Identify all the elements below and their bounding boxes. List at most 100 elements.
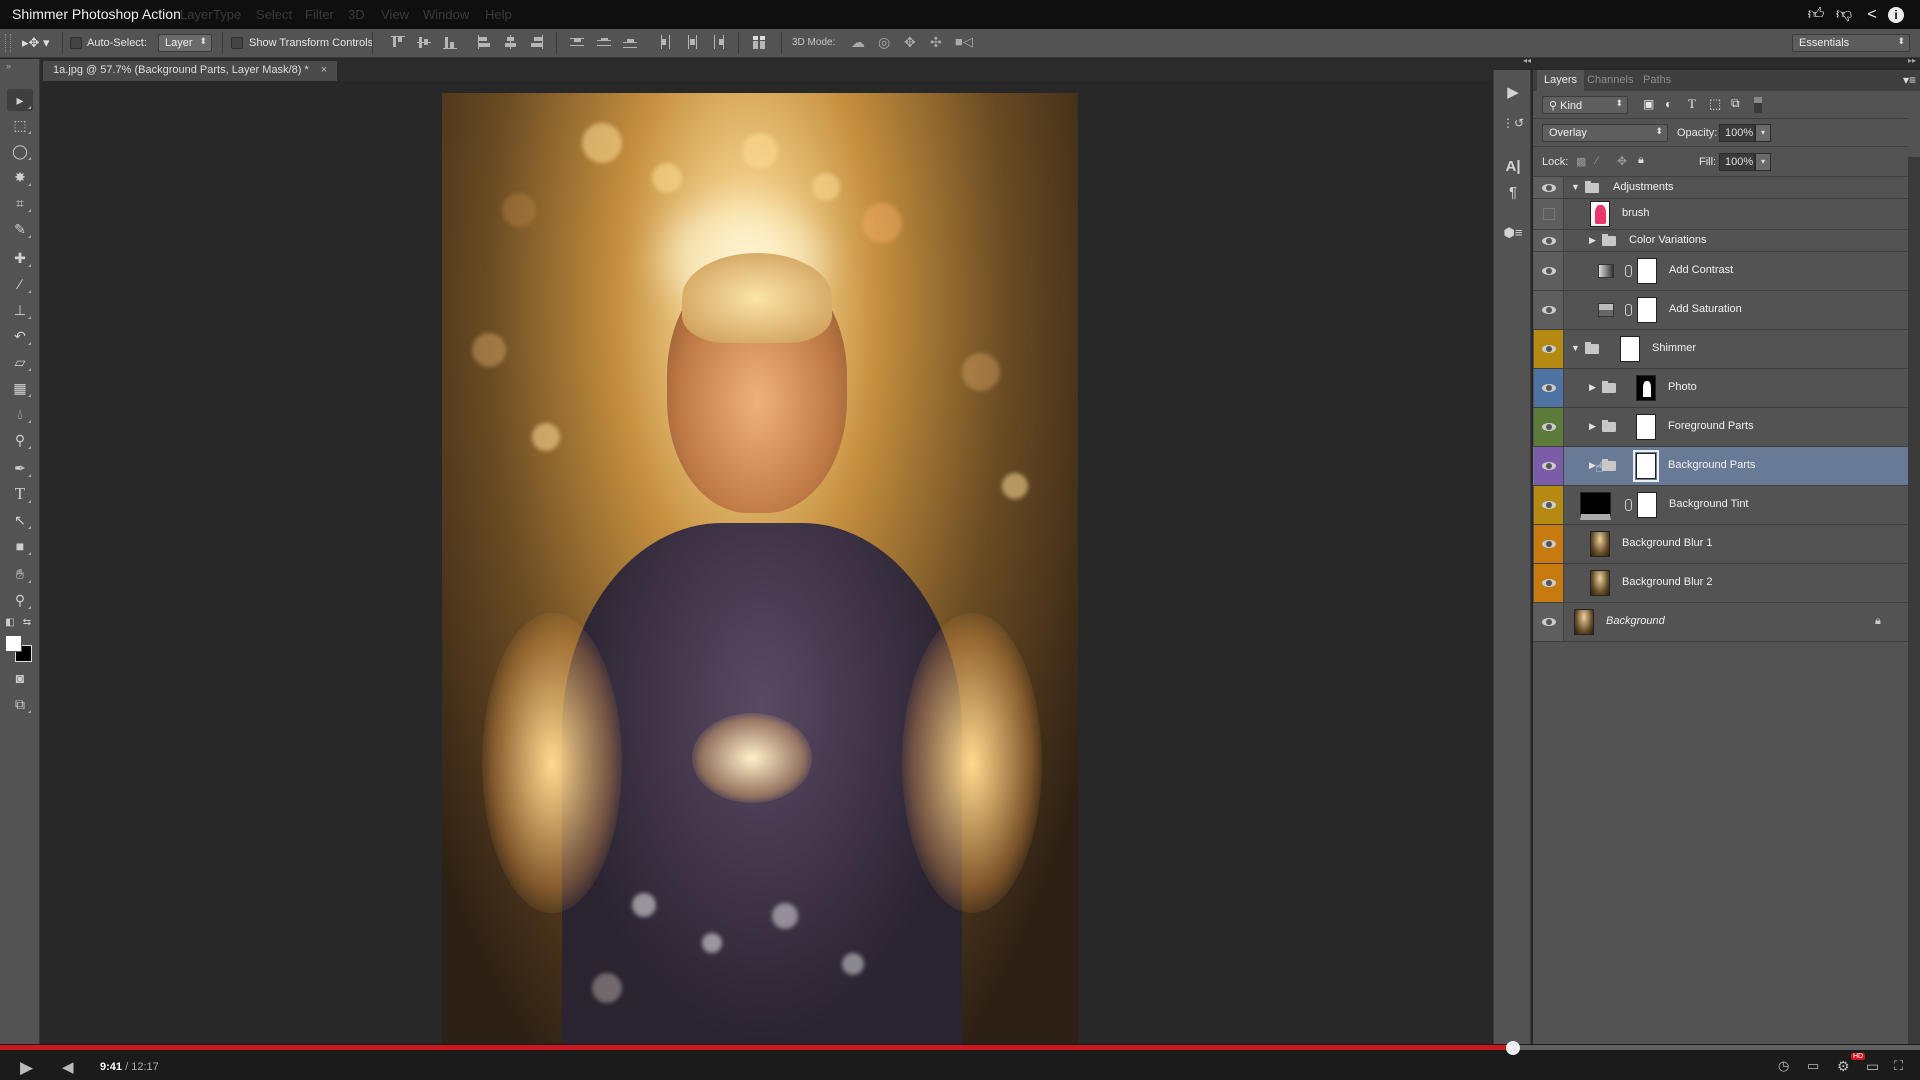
play-icon[interactable]: ▶ — [20, 1058, 33, 1078]
character-icon[interactable]: A| — [1502, 156, 1524, 178]
visibility-toggle[interactable] — [1534, 369, 1564, 407]
lasso-tool-icon[interactable]: ◯ — [7, 140, 33, 162]
3d-drag-icon[interactable]: ✥ — [904, 34, 916, 51]
eraser-tool-icon[interactable]: ▱ — [7, 351, 33, 373]
visibility-toggle[interactable] — [1534, 330, 1564, 368]
pen-tool-icon[interactable]: ✒ — [7, 457, 33, 479]
distribute-left-edges-icon[interactable] — [659, 35, 675, 51]
lock-position-icon[interactable]: ✥ — [1617, 154, 1627, 168]
menu-view[interactable]: View — [381, 7, 409, 22]
history-icon[interactable]: ⋮↺ — [1502, 112, 1524, 134]
fill-slider-button[interactable]: ▾ — [1755, 153, 1771, 171]
tab-channels[interactable]: Channels — [1580, 70, 1640, 91]
magic-wand-tool-icon[interactable]: ✸ — [7, 166, 33, 188]
visibility-toggle[interactable] — [1534, 486, 1564, 524]
info-icon[interactable]: i — [1888, 7, 1904, 23]
layer-foreground-parts[interactable]: ▶ Foreground Parts — [1533, 408, 1908, 447]
hand-tool-icon[interactable]: ✋︎ — [7, 563, 33, 585]
opacity-slider-button[interactable]: ▾ — [1755, 124, 1771, 142]
distribute-top-edges-icon[interactable] — [570, 35, 586, 51]
expand-panel-icon[interactable]: » — [6, 61, 11, 71]
clone-stamp-tool-icon[interactable]: ⊥ — [7, 299, 33, 321]
eyedropper-tool-icon[interactable]: ✎ — [7, 218, 33, 240]
layer-mask-thumbnail[interactable] — [1637, 297, 1657, 323]
tab-paths[interactable]: Paths — [1636, 70, 1678, 91]
workspace-dropdown[interactable]: Essentials ⬍ — [1792, 34, 1910, 52]
layer-brush[interactable]: brush — [1533, 199, 1908, 230]
share-icon[interactable]: < — [1862, 5, 1882, 25]
filter-kind-dropdown[interactable]: ⚲ Kind ⬍ — [1542, 96, 1628, 114]
visibility-toggle[interactable] — [1534, 564, 1564, 602]
paragraph-icon[interactable]: ¶ — [1502, 182, 1524, 204]
3d-panel-icon[interactable]: ⬢≡ — [1502, 222, 1524, 244]
visibility-toggle[interactable] — [1534, 230, 1564, 251]
collapse-triangle-icon[interactable]: ▼ — [1571, 343, 1580, 353]
expand-dock-icon[interactable]: ▸▸ — [1908, 56, 1916, 65]
layer-shimmer[interactable]: ▼ Shimmer — [1533, 330, 1908, 369]
menu-filter[interactable]: Filter — [305, 7, 334, 22]
video-scrubber-handle[interactable] — [1505, 1041, 1520, 1055]
layer-background-blur-2[interactable]: Background Blur 2 — [1533, 564, 1908, 603]
align-vertical-centers-icon[interactable] — [417, 35, 433, 51]
layer-background[interactable]: Background 🔒︎ — [1533, 603, 1908, 642]
menu-type[interactable]: Type — [213, 7, 241, 22]
foreground-color-swatch[interactable] — [5, 635, 22, 652]
3d-rotate-icon[interactable]: ☁ — [851, 34, 865, 51]
distribute-right-edges-icon[interactable] — [711, 35, 727, 51]
volume-icon[interactable]: ◀ — [62, 1058, 74, 1076]
menu-select[interactable]: Select — [256, 7, 292, 22]
fill-input[interactable]: 100% — [1719, 153, 1755, 171]
collapse-triangle-icon[interactable]: ▼ — [1571, 182, 1580, 192]
document-canvas-image[interactable] — [442, 93, 1078, 1044]
filter-shape-layers-icon[interactable]: ⬚ — [1709, 96, 1721, 112]
layer-color-variations[interactable]: ▶ Color Variations — [1533, 230, 1908, 252]
layer-mask-thumbnail[interactable] — [1637, 258, 1657, 284]
rectangle-tool-icon[interactable]: ■ — [7, 535, 33, 557]
layer-mask-thumbnail[interactable] — [1636, 375, 1656, 401]
visibility-toggle[interactable] — [1534, 252, 1564, 290]
spot-healing-brush-tool-icon[interactable]: ✚ — [7, 247, 33, 269]
default-colors-icon[interactable]: ◧ — [3, 612, 17, 634]
auto-select-target-dropdown[interactable]: Layer ⬍ — [158, 34, 212, 52]
settings-gear-icon[interactable]: ⚙ — [1837, 1058, 1850, 1075]
layer-background-parts[interactable]: ▶ Background Parts ☝︎ — [1533, 447, 1908, 486]
lock-transparent-pixels-icon[interactable]: ▩ — [1576, 155, 1586, 168]
visibility-toggle[interactable] — [1534, 291, 1564, 329]
layer-add-saturation[interactable]: Add Saturation — [1533, 291, 1908, 330]
layer-background-blur-1[interactable]: Background Blur 1 — [1533, 525, 1908, 564]
blend-mode-dropdown[interactable]: Overlay ⬍ — [1542, 124, 1668, 142]
actions-play-icon[interactable]: ▶ — [1502, 82, 1524, 104]
align-right-edges-icon[interactable] — [529, 35, 545, 51]
layer-adjustments[interactable]: ▼ Adjustments — [1533, 177, 1908, 199]
distribute-horizontal-centers-icon[interactable] — [685, 35, 701, 51]
lock-image-pixels-icon[interactable]: ⁄ — [1596, 155, 1598, 167]
expand-triangle-icon[interactable]: ▶ — [1589, 421, 1596, 432]
layers-scrollbar[interactable] — [1908, 157, 1920, 1044]
close-tab-icon[interactable]: × — [321, 64, 327, 76]
visibility-toggle[interactable] — [1534, 199, 1564, 229]
expand-triangle-icon[interactable]: ▶ — [1589, 235, 1596, 246]
layer-mask-thumbnail[interactable] — [1620, 336, 1640, 362]
auto-align-layers-icon[interactable] — [752, 35, 768, 51]
options-bar-grip[interactable] — [5, 34, 11, 52]
link-icon[interactable] — [1625, 304, 1632, 316]
link-icon[interactable] — [1625, 265, 1632, 277]
visibility-toggle[interactable] — [1534, 525, 1564, 563]
3d-slide-icon[interactable]: ✣ — [930, 34, 942, 51]
layer-mask-thumbnail[interactable] — [1637, 492, 1657, 518]
expand-triangle-icon[interactable]: ▶ — [1589, 382, 1596, 393]
filter-adjustment-layers-icon[interactable]: ◐ — [1665, 97, 1672, 111]
opacity-input[interactable]: 100% — [1719, 124, 1755, 142]
collapse-dock-icon[interactable]: ◂◂ — [1523, 56, 1531, 65]
filter-type-layers-icon[interactable]: T — [1688, 96, 1696, 112]
brush-tool-icon[interactable]: ∕ — [7, 273, 33, 295]
visibility-toggle[interactable] — [1534, 408, 1564, 446]
move-tool-preset-icon[interactable]: ▸✥ ▾ — [22, 35, 50, 51]
zoom-tool-icon[interactable]: ⚲ — [7, 589, 33, 611]
dislike-icon[interactable]: 👎︎ — [1834, 5, 1854, 25]
blur-tool-icon[interactable]: 💧︎ — [7, 403, 33, 425]
layer-add-contrast[interactable]: Add Contrast — [1533, 252, 1908, 291]
filter-pixel-layers-icon[interactable]: ▣ — [1643, 97, 1654, 111]
swap-colors-icon[interactable]: ⇆ — [20, 612, 34, 634]
link-icon[interactable] — [1625, 499, 1632, 511]
